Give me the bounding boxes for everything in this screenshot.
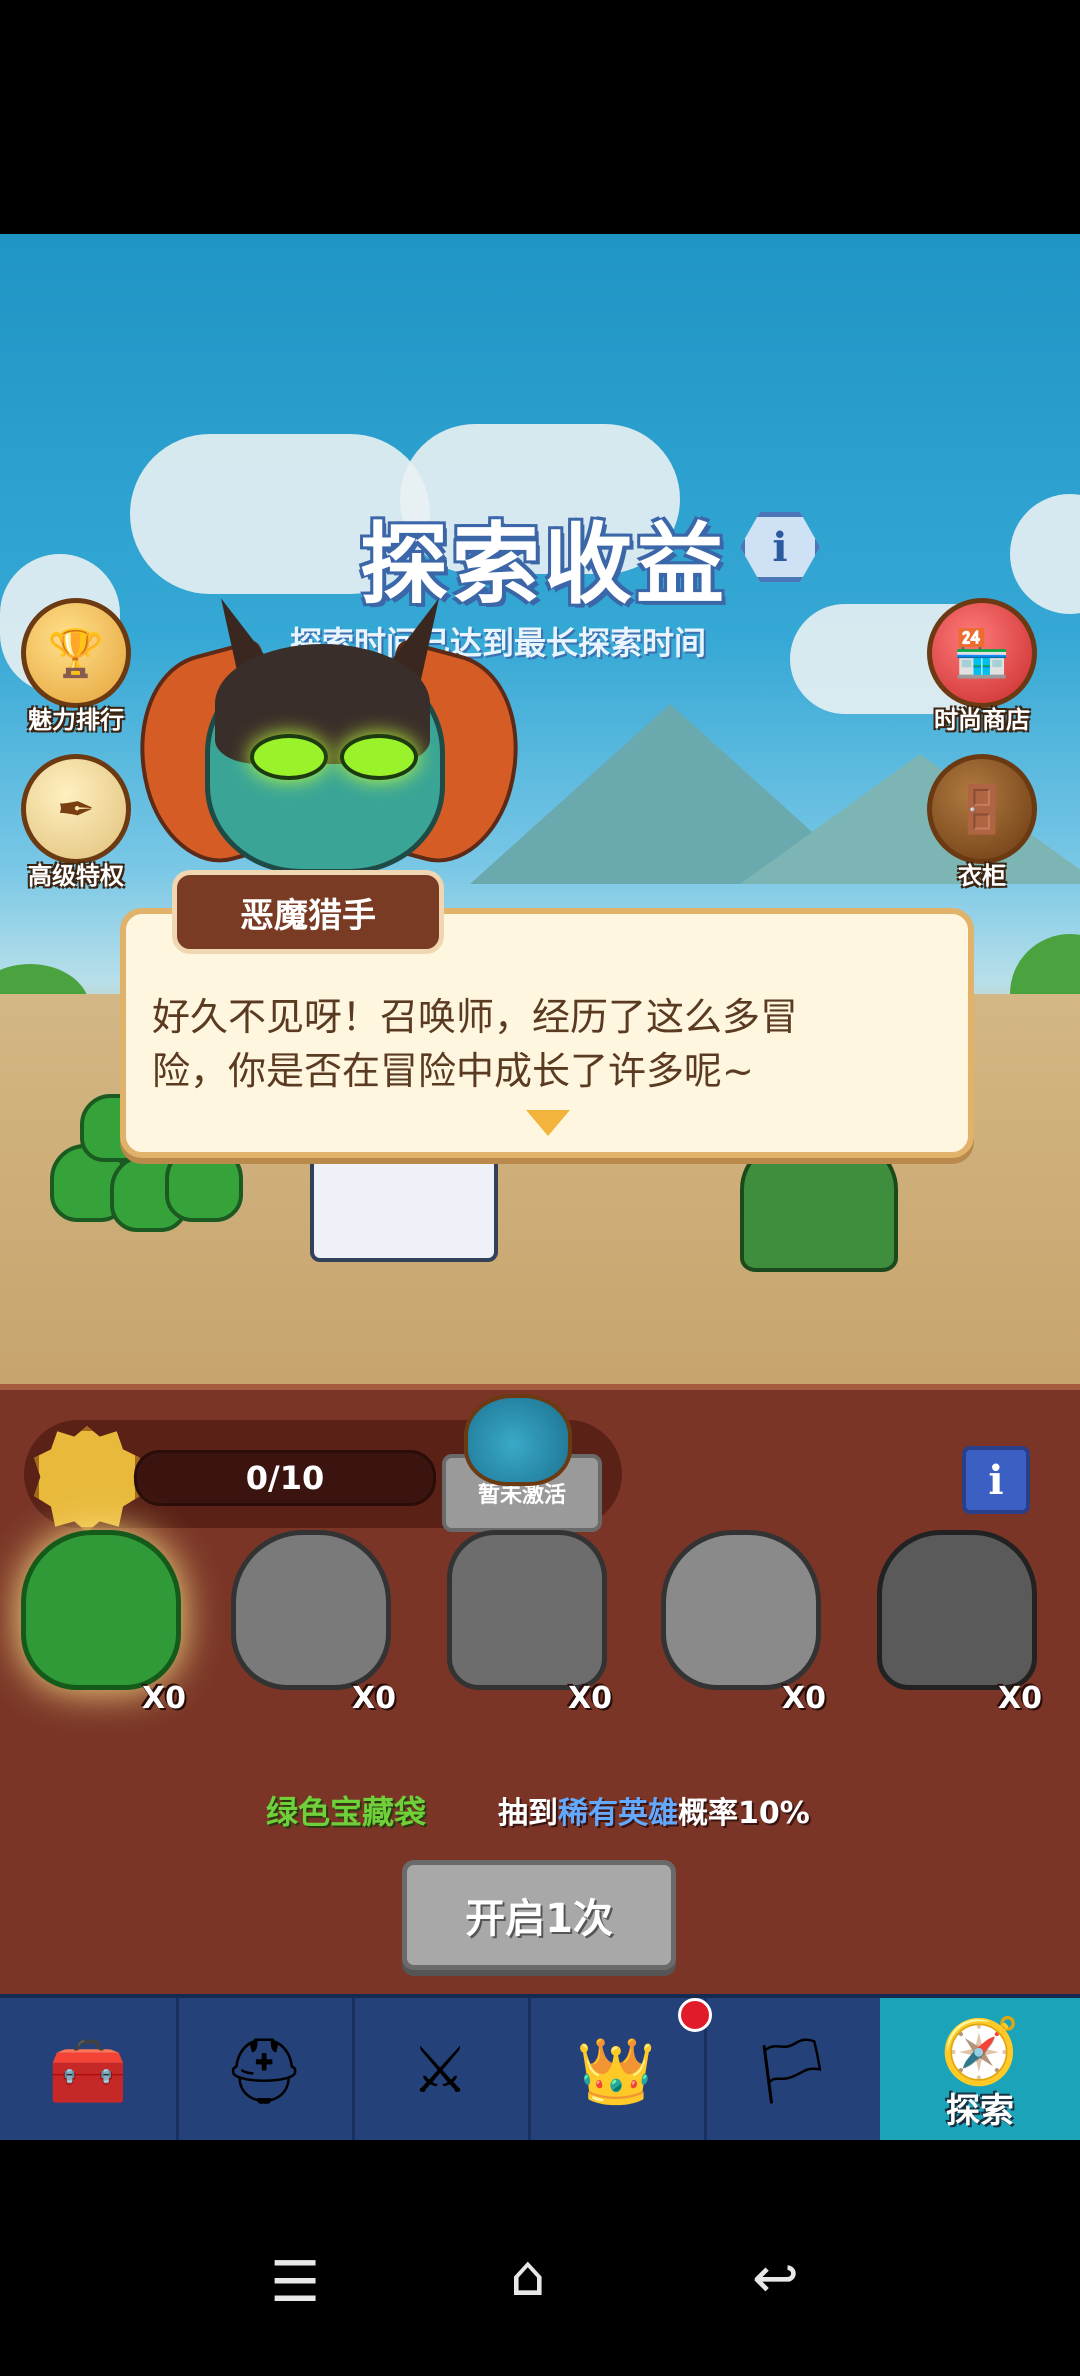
privilege-icon: ✒: [21, 754, 131, 864]
guild-banner-icon: 🏳: [751, 2034, 833, 2109]
drop-rate-text: 抽到稀有英雄概率10%: [498, 1788, 810, 1832]
demon-eye: [250, 734, 328, 780]
side-button-shop[interactable]: 🏪 时尚商店: [924, 598, 1040, 735]
gray-bag-icon: [231, 1530, 391, 1690]
demon-eye: [340, 734, 418, 780]
treasure-chest-icon: 🧰: [48, 2034, 128, 2109]
tab-guild[interactable]: 🏳: [704, 1998, 883, 2144]
wardrobe-icon: 🚪: [927, 754, 1037, 864]
status-bar-area: [0, 0, 1080, 234]
dialog-line: 险，你是否在冒险中成长了许多呢~: [152, 1049, 754, 1093]
explore-scene: 探索收益 i 探索时间已达到最长探索时间 🏆 魅力排行 ✒ 高级特权 🏪 时尚商…: [0, 234, 1080, 1384]
dialog-line: 好久不见呀！召唤师，经历了这么多冒: [152, 995, 799, 1039]
treasure-panel: 0/10 暂未激活 i X0 X0 X0 X0 X0 绿色宝藏袋 抽到稀有英雄概…: [0, 1384, 1080, 2000]
gray-pack-icon: [877, 1530, 1037, 1690]
menu-icon[interactable]: ☰: [270, 2250, 320, 2315]
crossed-swords-icon: ⚔: [411, 2034, 469, 2108]
bag-locked[interactable]: X0: [656, 1530, 826, 1720]
dialog-text: 好久不见呀！召唤师，经历了这么多冒 险，你是否在冒险中成长了许多呢~: [152, 990, 952, 1098]
side-button-ranking[interactable]: 🏆 魅力排行: [18, 598, 134, 735]
rate-highlight: 稀有英雄: [558, 1796, 678, 1831]
open-once-button[interactable]: 开启1次: [402, 1860, 676, 1970]
rate-prefix: 抽到: [498, 1796, 558, 1831]
back-icon[interactable]: ↩: [752, 2246, 799, 2311]
bag-locked[interactable]: X0: [442, 1530, 612, 1720]
tab-explore-label: 探索: [946, 2091, 1014, 2131]
bag-locked[interactable]: X0: [872, 1530, 1042, 1720]
bag-count: X0: [997, 1681, 1042, 1716]
selected-bag-name: 绿色宝藏袋: [266, 1793, 427, 1831]
hero-character: [310, 1144, 498, 1262]
bottom-tab-bar: 🧰 ⛑ ⚔ 👑 🏳 🧭 探索: [0, 1994, 1080, 2144]
progress-counter: 0/10: [134, 1450, 436, 1506]
bag-count: X0: [141, 1681, 186, 1716]
bag-green[interactable]: X0: [16, 1530, 186, 1720]
tab-treasure[interactable]: 🧰: [0, 1998, 179, 2144]
speaker-name-tag: 恶魔猎手: [172, 870, 444, 954]
side-button-wardrobe[interactable]: 🚪 衣柜: [924, 754, 1040, 891]
bag-count: X0: [781, 1681, 826, 1716]
blue-bag-icon: [464, 1394, 572, 1486]
bag-count: X0: [351, 1681, 396, 1716]
ranking-icon: 🏆: [21, 598, 131, 708]
android-nav-bar: ☰ ⌂ ↩: [0, 2140, 1080, 2376]
knight-helmet-icon: ⛑: [223, 2034, 305, 2109]
tab-battle[interactable]: ⚔: [352, 1998, 531, 2144]
shop-icon: 🏪: [927, 598, 1037, 708]
info-icon[interactable]: i: [740, 512, 820, 582]
gray-sack-icon: [661, 1530, 821, 1690]
side-button-label: 时尚商店: [934, 706, 1030, 734]
bag-locked[interactable]: X0: [226, 1530, 396, 1720]
home-icon[interactable]: ⌂: [510, 2244, 546, 2309]
side-button-label: 高级特权: [28, 862, 124, 890]
continue-arrow-icon: [526, 1110, 570, 1136]
gray-backpack-icon: [447, 1530, 607, 1690]
tab-heroes[interactable]: ⛑: [176, 1998, 355, 2144]
panel-info-icon[interactable]: i: [962, 1446, 1030, 1514]
bag-count: X0: [567, 1681, 612, 1716]
green-bag-icon: [21, 1530, 181, 1690]
side-button-privilege[interactable]: ✒ 高级特权: [18, 754, 134, 891]
crown-shield-icon: 👑: [576, 2034, 656, 2109]
side-button-label: 魅力排行: [28, 706, 124, 734]
tab-explore[interactable]: 🧭 探索: [880, 1998, 1080, 2144]
rate-suffix: 概率10%: [678, 1796, 810, 1831]
tab-rank[interactable]: 👑: [528, 1998, 712, 2144]
side-button-label: 衣柜: [958, 862, 1006, 890]
cloud: [1010, 494, 1080, 614]
